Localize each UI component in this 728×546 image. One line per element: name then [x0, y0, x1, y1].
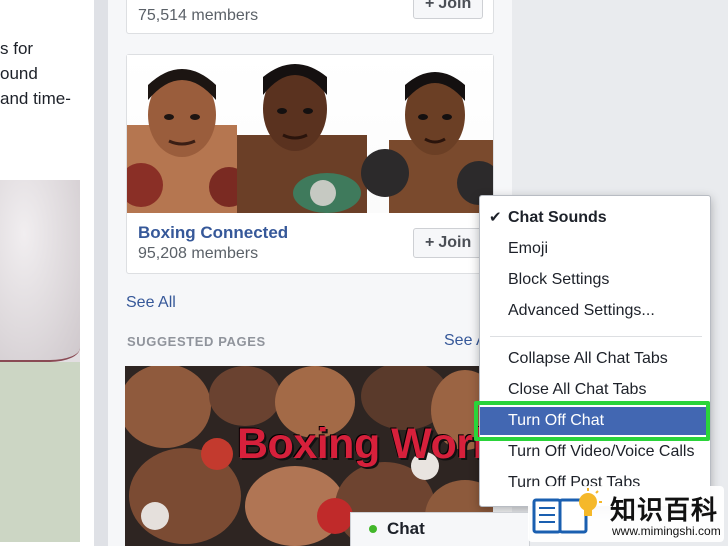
chat-options-menu: ✔ Chat Sounds Emoji Block Settings Advan… — [479, 195, 711, 507]
boxers-illustration — [127, 64, 493, 213]
menu-item-emoji[interactable]: Emoji — [480, 235, 710, 263]
menu-item-close-all-chat-tabs[interactable]: Close All Chat Tabs — [480, 376, 710, 404]
watermark: 知识百科 www.mimingshi.com — [528, 486, 724, 542]
groups-see-all-link[interactable]: See All — [126, 294, 176, 312]
chat-bar[interactable]: Chat — [350, 512, 530, 546]
menu-item-advanced-settings[interactable]: Advanced Settings... — [480, 297, 710, 325]
group-title[interactable]: Boxing Connected — [138, 223, 288, 243]
join-group-button[interactable]: + Join — [413, 0, 484, 19]
plus-icon: + — [425, 234, 435, 251]
join-group-button[interactable]: + Join — [413, 228, 484, 258]
group-card-top: 75,514 members + Join — [126, 0, 494, 34]
group-cover-image[interactable] — [127, 55, 493, 213]
menu-separator — [490, 336, 702, 337]
watermark-title: 知识百科 — [610, 496, 719, 526]
menu-item-chat-sounds[interactable]: ✔ Chat Sounds — [480, 204, 710, 232]
highlight-frame — [474, 401, 710, 441]
left-snippet-text: s for ound and time- — [0, 39, 71, 108]
group-members-count: 95,208 members — [138, 245, 259, 262]
page-banner-text: Boxing World — [237, 420, 493, 468]
left-column: s for ound and time- — [0, 0, 94, 546]
suggested-pages-header: SUGGESTED PAGES — [127, 334, 266, 349]
menu-item-turn-off-video-voice-calls[interactable]: Turn Off Video/Voice Calls — [480, 438, 710, 466]
chat-bar-label: Chat — [387, 519, 425, 538]
left-photo[interactable] — [0, 180, 80, 542]
column-divider — [94, 0, 108, 546]
menu-item-collapse-all-chat-tabs[interactable]: Collapse All Chat Tabs — [480, 345, 710, 373]
menu-item-block-settings[interactable]: Block Settings — [480, 266, 710, 294]
checkmark-icon: ✔ — [489, 209, 502, 226]
group-card-boxing-connected: Boxing Connected 95,208 members + Join — [126, 54, 494, 274]
plus-icon: + — [425, 0, 435, 12]
watermark-url: www.mimingshi.com — [612, 524, 721, 538]
online-status-icon — [369, 525, 377, 533]
group-members-count: 75,514 members — [138, 7, 259, 24]
book-lightbulb-logo — [532, 488, 602, 534]
